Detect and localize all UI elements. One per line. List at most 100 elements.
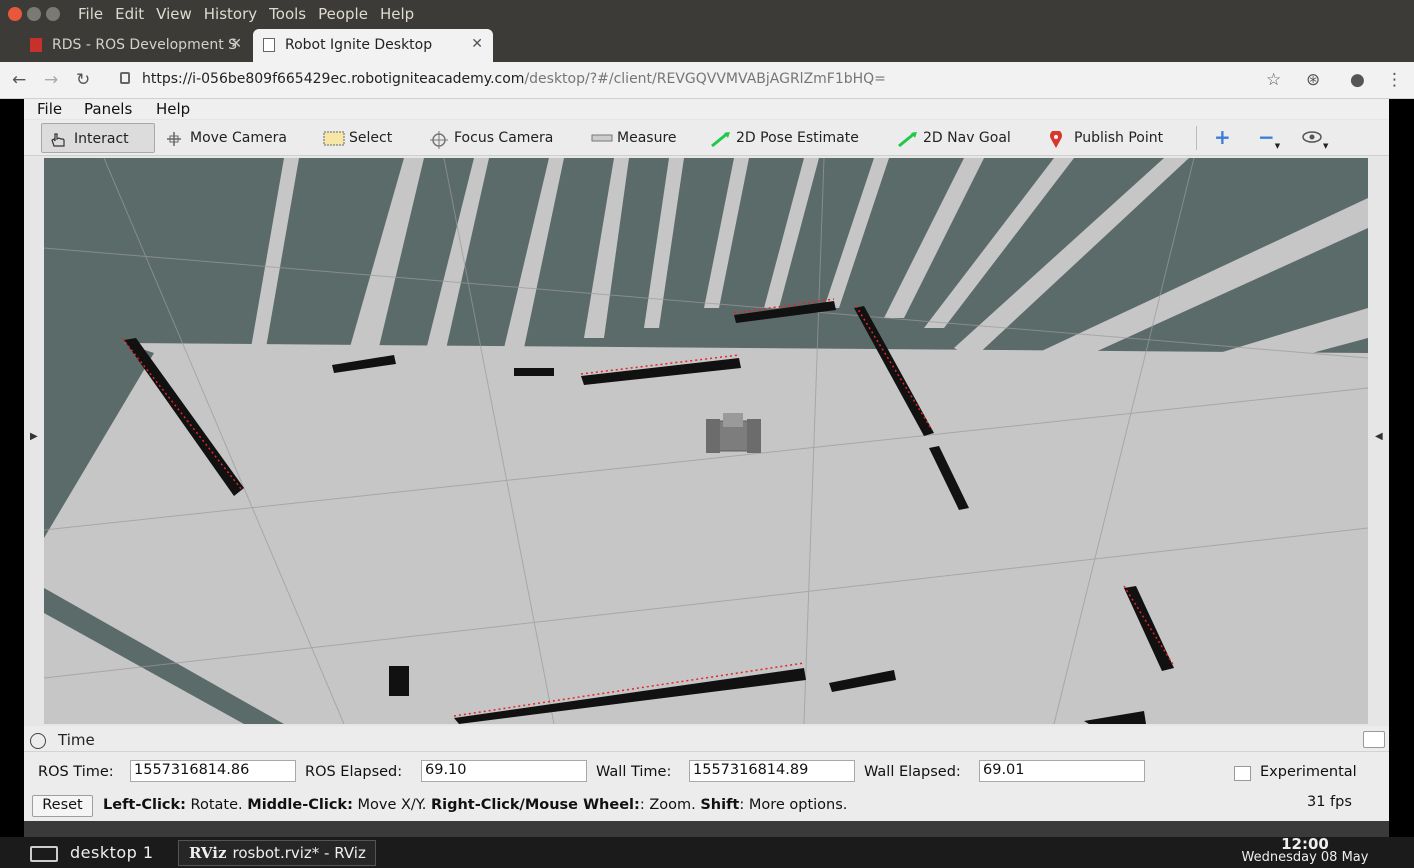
ros-elapsed-field[interactable]: 69.10	[421, 760, 587, 782]
taskbar-item-label: rosbot.rviz* - RViz	[232, 844, 366, 862]
clock-time: 12:00	[1281, 835, 1329, 853]
profile-icon[interactable]: ●	[1350, 70, 1365, 90]
bookmark-star-icon[interactable]: ☆	[1266, 70, 1281, 90]
tab-title: Robot Ignite Desktop	[285, 37, 433, 53]
menu-view[interactable]: View	[156, 5, 192, 23]
taskbar-item-rviz[interactable]: RViz rosbot.rviz* - RViz	[178, 840, 376, 866]
tab-close-icon[interactable]: ✕	[230, 36, 242, 52]
ros-elapsed-label: ROS Elapsed:	[305, 764, 403, 780]
page-favicon-icon	[263, 38, 275, 52]
status-middle-click: Middle-Click:	[247, 797, 353, 813]
menu-help[interactable]: Help	[380, 5, 414, 23]
select-box-icon	[323, 131, 345, 146]
tool-move-camera[interactable]: Move Camera	[164, 123, 287, 153]
tool-label: Interact	[74, 131, 129, 147]
tab-title: RDS - ROS Development S	[52, 37, 238, 53]
minus-icon: −	[1258, 125, 1275, 149]
ros-time-field[interactable]: 1557316814.86	[130, 760, 296, 782]
undock-panel-button[interactable]	[1363, 731, 1385, 748]
tool-label: 2D Pose Estimate	[736, 130, 859, 146]
wall-time-field[interactable]: 1557316814.89	[689, 760, 855, 782]
window-titlebar: File Edit View History Tools People Help	[0, 0, 1414, 29]
time-panel: Time ROS Time: 1557316814.86 ROS Elapsed…	[24, 726, 1389, 821]
remove-tool-button[interactable]: − ▼	[1258, 123, 1280, 153]
reload-icon[interactable]: ↻	[76, 70, 90, 90]
rds-favicon-icon	[30, 38, 42, 52]
status-left-click-desc: Rotate.	[185, 797, 248, 813]
tool-2d-nav-goal[interactable]: 2D Nav Goal	[897, 123, 1011, 153]
rviz-bottom-border	[24, 821, 1389, 837]
clock-icon	[30, 733, 46, 749]
menu-file[interactable]: File	[78, 5, 103, 23]
more-options-icon[interactable]: ⋮	[1386, 70, 1403, 90]
status-shift: Shift	[700, 797, 740, 813]
add-tool-button[interactable]: +	[1214, 123, 1231, 153]
menu-tools[interactable]: Tools	[269, 5, 306, 23]
tool-2d-pose-estimate[interactable]: 2D Pose Estimate	[710, 123, 859, 153]
rviz-menu-panels[interactable]: Panels	[84, 100, 132, 118]
rviz-menu-help[interactable]: Help	[156, 100, 190, 118]
obstacle-block	[389, 666, 409, 696]
ruler-icon	[591, 131, 613, 145]
time-panel-title: Time	[58, 731, 95, 749]
plus-icon: +	[1214, 125, 1231, 149]
eye-icon	[1301, 130, 1323, 148]
fps-counter: 31 fps	[1307, 794, 1352, 810]
window-maximize-button[interactable]	[46, 7, 60, 21]
tab-rds[interactable]: RDS - ROS Development S ✕	[20, 29, 252, 62]
address-bar: ← → ↻ https://i-056be809f665429ec.roboti…	[0, 62, 1414, 99]
status-middle-click-desc: Move X/Y.	[352, 797, 431, 813]
tool-label: Focus Camera	[454, 130, 554, 146]
reset-button[interactable]: Reset	[32, 795, 93, 817]
rviz-menu-file[interactable]: File	[37, 100, 62, 118]
tool-label: Publish Point	[1074, 130, 1164, 146]
wall-elapsed-field[interactable]: 69.01	[979, 760, 1145, 782]
window-minimize-button[interactable]	[27, 7, 41, 21]
tool-measure[interactable]: Measure	[591, 123, 677, 153]
tool-interact[interactable]: Interact	[41, 123, 155, 153]
map-pin-icon	[1048, 129, 1068, 148]
right-panel-toggle-icon[interactable]: ◀	[1375, 431, 1383, 442]
forward-arrow-icon[interactable]: →	[44, 70, 58, 90]
tool-label: Select	[349, 130, 393, 146]
green-arrow-icon	[897, 131, 917, 148]
browser-menubar: File Edit View History Tools People Help	[78, 5, 426, 23]
menu-people[interactable]: People	[318, 5, 368, 23]
back-arrow-icon[interactable]: ←	[12, 70, 26, 90]
url-field[interactable]: https://i-056be809f665429ec.robotignitea…	[142, 71, 886, 87]
move-camera-icon	[164, 131, 184, 146]
tool-label: Move Camera	[190, 130, 287, 146]
window-close-button[interactable]	[8, 7, 22, 21]
tool-label: Measure	[617, 130, 677, 146]
tab-robot-ignite-desktop[interactable]: Robot Ignite Desktop ✕	[253, 29, 493, 62]
tool-publish-point[interactable]: Publish Point	[1048, 123, 1163, 153]
menu-history[interactable]: History	[204, 5, 257, 23]
tab-close-icon[interactable]: ✕	[471, 36, 483, 52]
view-options-button[interactable]: ▼	[1301, 123, 1328, 153]
left-panel-toggle-icon[interactable]: ▶	[30, 431, 38, 442]
tool-focus-camera[interactable]: Focus Camera	[428, 123, 553, 153]
menu-edit[interactable]: Edit	[115, 5, 144, 23]
status-shift-desc: : More options.	[739, 797, 848, 813]
3d-viewport[interactable]	[44, 158, 1368, 724]
desktop-label[interactable]: desktop 1	[70, 843, 154, 862]
rviz-menubar: File Panels Help	[24, 99, 1389, 119]
robot-model	[706, 413, 761, 453]
tool-label: 2D Nav Goal	[923, 130, 1011, 146]
experimental-checkbox[interactable]	[1234, 766, 1251, 781]
status-left-click: Left-Click:	[103, 797, 186, 813]
clock-date: Wednesday 08 May	[1241, 850, 1369, 865]
extension-icon[interactable]: ⊛	[1306, 70, 1320, 90]
url-host: https://i-056be809f665429ec.robotignitea…	[142, 71, 525, 87]
rviz-toolbar: Interact Move Camera Select Focus Camera…	[24, 120, 1389, 156]
chevron-down-icon: ▼	[1274, 142, 1281, 150]
url-path: /desktop/?#/client/REVGQVVMVABjAGRlZmF1b…	[524, 71, 886, 87]
rviz-app-icon: RViz	[189, 844, 227, 862]
desktop-icon[interactable]	[30, 846, 58, 862]
status-right-click-desc: : Zoom.	[639, 797, 701, 813]
toolbar-separator	[1196, 126, 1197, 150]
tool-select[interactable]: Select	[323, 123, 392, 153]
system-clock[interactable]: 12:00 Wednesday 08 May	[1222, 837, 1388, 865]
time-panel-header: Time	[24, 728, 1389, 752]
experimental-label: Experimental	[1260, 764, 1357, 780]
